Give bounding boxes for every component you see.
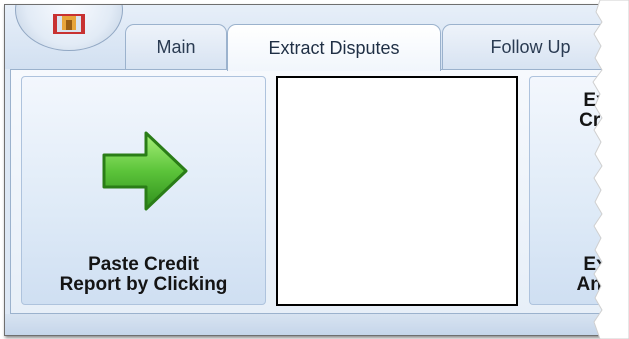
app-logo-icon (53, 14, 85, 34)
ribbon-bottom-strip (5, 314, 625, 335)
torn-edge-decoration (592, 0, 629, 339)
paste-drop-area[interactable] (276, 76, 518, 306)
paste-credit-report-button[interactable]: Paste Credit Report by Clicking (21, 76, 266, 305)
paste-button-label: Paste Credit Report by Clicking (59, 254, 228, 295)
tab-extract-disputes[interactable]: Extract Disputes (227, 24, 441, 71)
tab-main[interactable]: Main (125, 24, 227, 69)
green-right-arrow-icon (102, 131, 188, 211)
